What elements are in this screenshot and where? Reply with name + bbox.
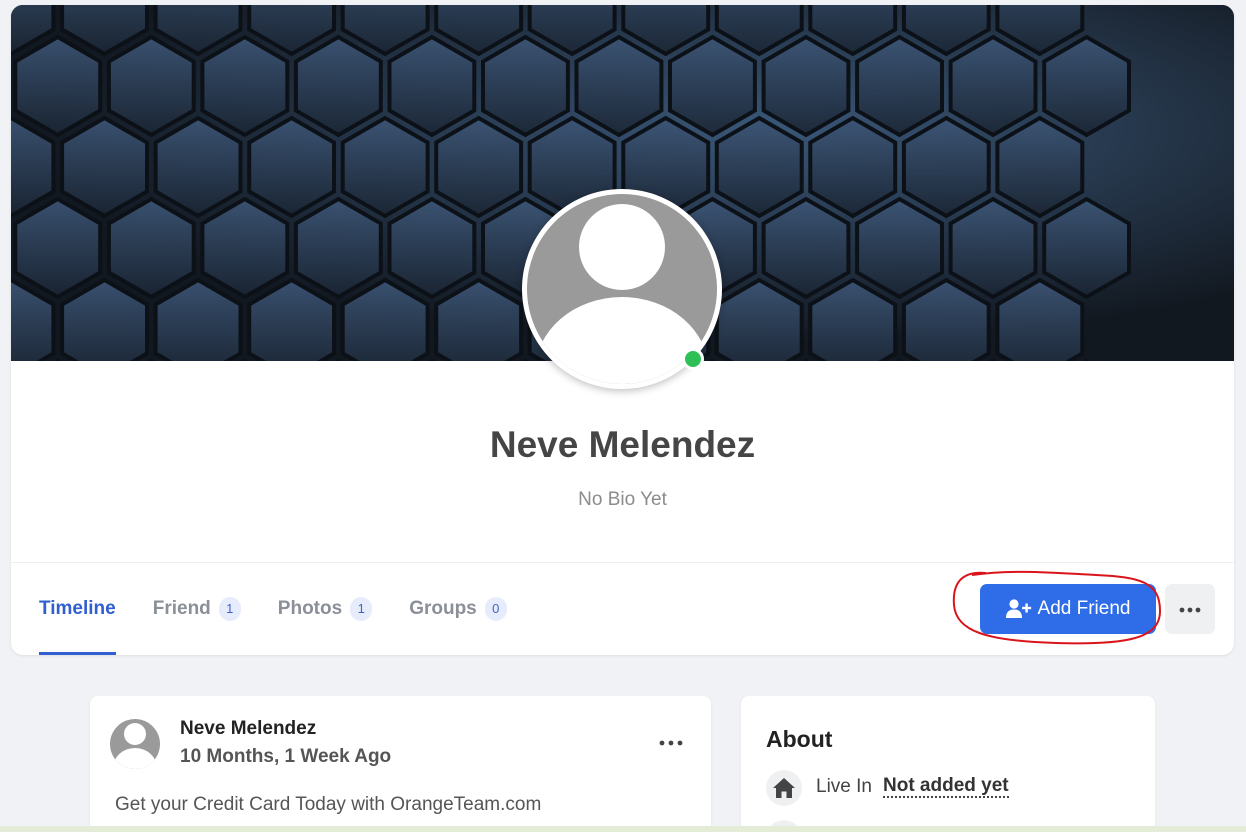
user-plus-icon (1005, 599, 1032, 619)
post-timestamp: 10 Months, 1 Week Ago (180, 746, 392, 767)
post-author-avatar[interactable] (110, 719, 160, 769)
tab-label: Photos (277, 598, 343, 619)
home-icon (766, 770, 802, 806)
post-content: Get your Credit Card Today with OrangeTe… (115, 794, 542, 815)
about-card: About Live In Not added yet (741, 696, 1155, 832)
tab-timeline[interactable]: Timeline (39, 563, 116, 655)
tab-photos[interactable]: Photos 1 (277, 563, 373, 655)
tab-label: Friend (152, 598, 211, 619)
tab-count-badge: 1 (350, 597, 373, 621)
tab-count-badge: 0 (484, 597, 507, 621)
bottom-strip (0, 826, 1246, 832)
ellipsis-icon (659, 733, 683, 751)
tab-label: Timeline (39, 598, 116, 619)
more-options-button[interactable] (1165, 584, 1215, 634)
online-status-indicator (682, 348, 704, 370)
tab-label: Groups (409, 598, 477, 619)
profile-name: Neve Melendez (489, 424, 756, 465)
profile-tabs: Timeline Friend 1 Photos 1 Groups 0 (39, 563, 544, 655)
post-author-name[interactable]: Neve Melendez (180, 718, 316, 740)
post-card: Neve Melendez 10 Months, 1 Week Ago Get … (90, 696, 711, 832)
add-friend-button[interactable]: Add Friend (980, 584, 1156, 634)
about-title: About (766, 726, 833, 752)
ellipsis-icon (1179, 600, 1201, 618)
post-options-button[interactable] (656, 732, 686, 752)
live-in-label: Live In (816, 776, 872, 797)
add-friend-label: Add Friend (1037, 598, 1131, 619)
live-in-value[interactable]: Not added yet (883, 776, 1009, 798)
profile-bio: No Bio Yet (578, 489, 667, 510)
tab-friend[interactable]: Friend 1 (153, 563, 241, 655)
tab-count-badge: 1 (218, 597, 241, 621)
profile-card: Neve Melendez No Bio Yet Timeline Friend… (11, 5, 1234, 655)
tab-groups[interactable]: Groups 0 (409, 563, 507, 655)
